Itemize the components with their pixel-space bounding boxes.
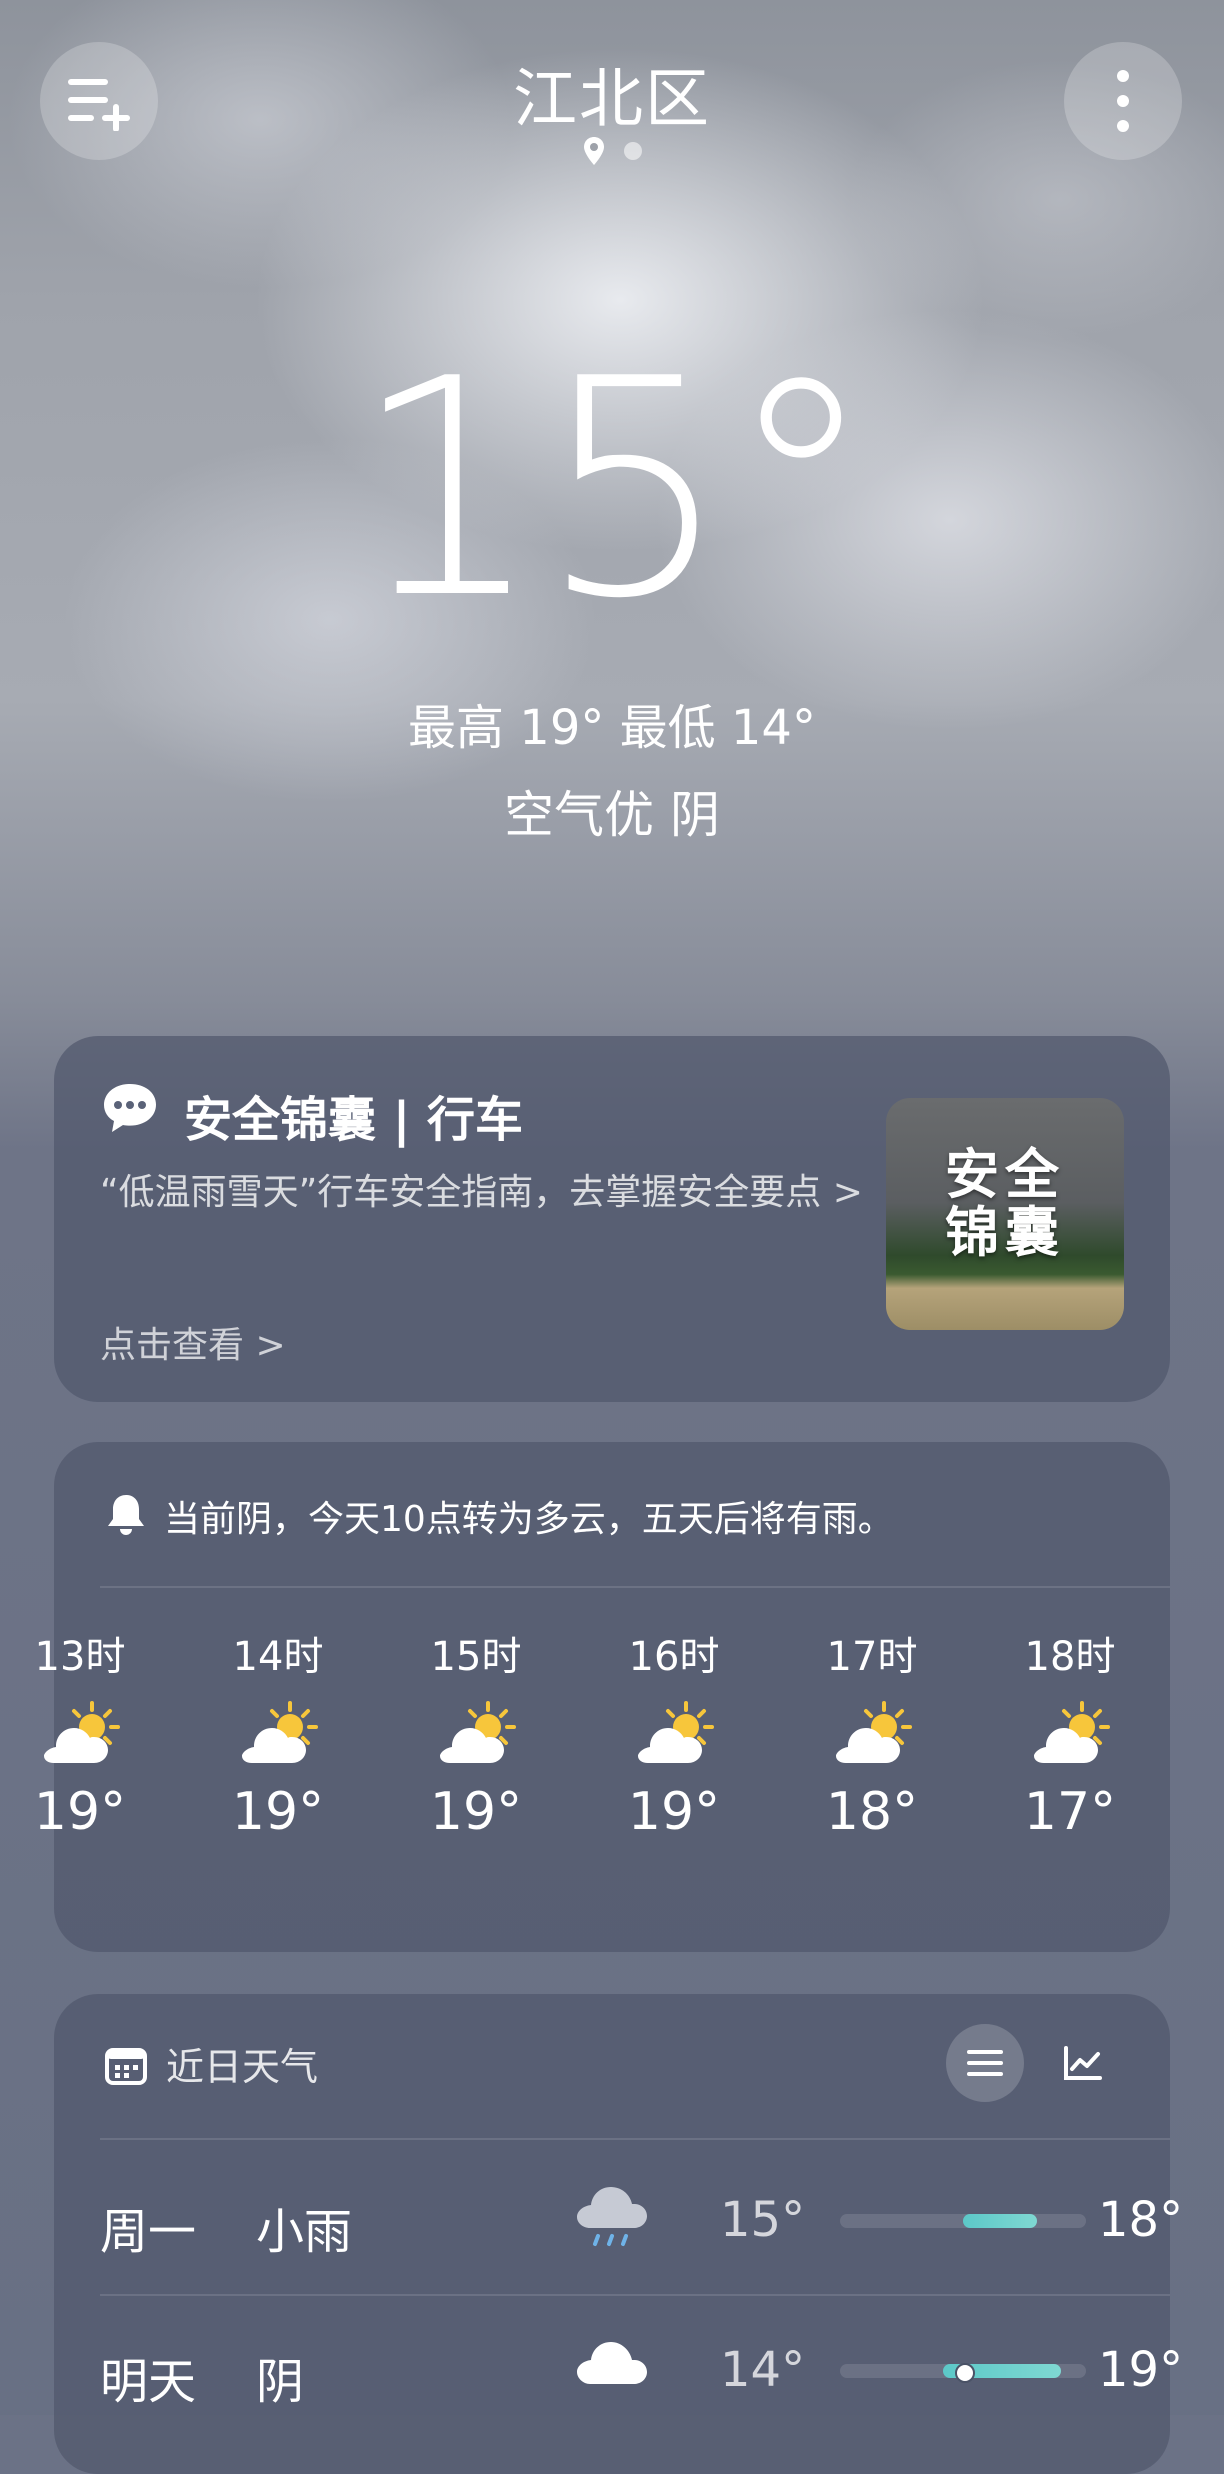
hour-weather-icon [594,1686,754,1782]
cloud-icon [577,2342,647,2384]
hour-weather-icon [792,1686,952,1782]
hour-label: 14时 [232,1634,324,1680]
temperature-range-bar [840,2363,1086,2383]
hour-label: 15时 [430,1634,522,1680]
rain-cloud-icon [577,2187,647,2246]
day-high-temp: 19° [1098,2342,1184,2398]
hour-label: 17时 [826,1634,918,1680]
hourly-forecast-card: 当前阴，今天10点转为多云，五天后将有雨。 13时 19° 14时 19° 15时 19°… [34,1442,1170,1952]
hour-temperature: 19° [429,1782,523,1842]
view-details-link[interactable]: 点击查看 > [100,1316,286,1368]
safety-thumbnail[interactable]: 安全 锦囊 [886,1098,1124,1330]
list-icon [967,2050,1003,2076]
hourly-item[interactable]: 15时 19° [396,1624,556,1842]
partly-cloudy-icon [638,1701,714,1763]
line-chart-icon [1064,2046,1102,2080]
list-view-toggle[interactable] [946,2024,1024,2102]
high-low-temperature: 最高 19° 最低 14° [408,700,816,756]
air-quality-condition[interactable]: 空气优 阴 [0,775,1224,847]
safety-tips-card[interactable]: 安全锦囊 | 行车 “低温雨雪天”行车安全指南，去掌握安全要点 > 点击查看 >… [54,1036,1170,1402]
daily-row[interactable]: 周一 小雨 15° 18° [100,2144,1183,2294]
thumbnail-caption-line2: 锦囊 [945,1201,1065,1264]
day-condition: 小雨 [256,2204,353,2260]
chart-view-toggle[interactable] [1044,2024,1122,2102]
location-pin-icon [584,137,604,165]
partly-cloudy-icon [836,1701,912,1763]
current-temp-marker [955,2363,975,2383]
day-name: 周一 [100,2204,197,2260]
day-condition: 阴 [256,2354,305,2410]
page-indicator [0,136,1224,166]
divider [100,1586,1170,1588]
partly-cloudy-icon [242,1701,318,1763]
daily-section-title: 近日天气 [166,2045,319,2089]
temperature-range-fill [963,2214,1037,2228]
partly-cloudy-icon [1034,1701,1110,1763]
temperature-range-bar [840,2214,1086,2228]
safety-card-title: 安全锦囊 | 行车 [184,1092,523,1148]
day-name: 明天 [100,2354,197,2410]
day-high-temp: 18° [1098,2192,1184,2248]
message-bubble-icon [104,1084,156,1132]
hour-label: 18时 [1024,1634,1116,1680]
hour-temperature: 19° [33,1782,127,1842]
hourly-item[interactable]: 14时 19° [198,1624,358,1842]
thumbnail-caption: 安全 锦囊 [886,1146,1124,1262]
hour-weather-icon [198,1686,358,1782]
day-weather-icon [574,2334,650,2394]
hour-weather-icon [396,1686,556,1782]
page-dot [624,142,642,160]
day-weather-icon [574,2184,650,2258]
hour-weather-icon [990,1686,1150,1782]
hour-temperature: 18° [825,1782,919,1842]
partly-cloudy-icon [44,1701,120,1763]
city-name: 江北区 [513,63,711,137]
day-low-temp: 15° [720,2192,806,2248]
daily-forecast-card: 近日天气 周一 小雨 15° 18° 明天 阴 14° 19° [54,1994,1183,2474]
calendar-icon [105,2048,147,2085]
weather-alert-text: 当前阴，今天10点转为多云，五天后将有雨。 [164,1499,894,1540]
hour-temperature: 19° [627,1782,721,1842]
hourly-item[interactable]: 17时 18° [792,1624,952,1842]
more-options-button[interactable] [1064,42,1182,160]
bell-icon [108,1495,144,1535]
current-temperature: 15° [352,315,876,664]
partly-cloudy-icon [440,1701,516,1763]
hour-weather-icon [0,1686,160,1782]
day-low-temp: 14° [720,2342,806,2398]
hour-label: 13时 [34,1634,126,1680]
hour-label: 16时 [628,1634,720,1680]
hour-temperature: 17° [1023,1782,1117,1842]
hourly-item[interactable]: 13时 19° [0,1624,160,1842]
thumbnail-caption-line1: 安全 [945,1143,1065,1206]
more-vertical-icon [1117,70,1129,132]
hourly-item[interactable]: 16时 19° [594,1624,754,1842]
divider [100,2138,1170,2140]
daily-row[interactable]: 明天 阴 14° 19° [100,2294,1183,2444]
safety-card-description[interactable]: “低温雨雪天”行车安全指南，去掌握安全要点 > [100,1166,900,1220]
hourly-item[interactable]: 18时 17° [990,1624,1150,1842]
hour-temperature: 19° [231,1782,325,1842]
